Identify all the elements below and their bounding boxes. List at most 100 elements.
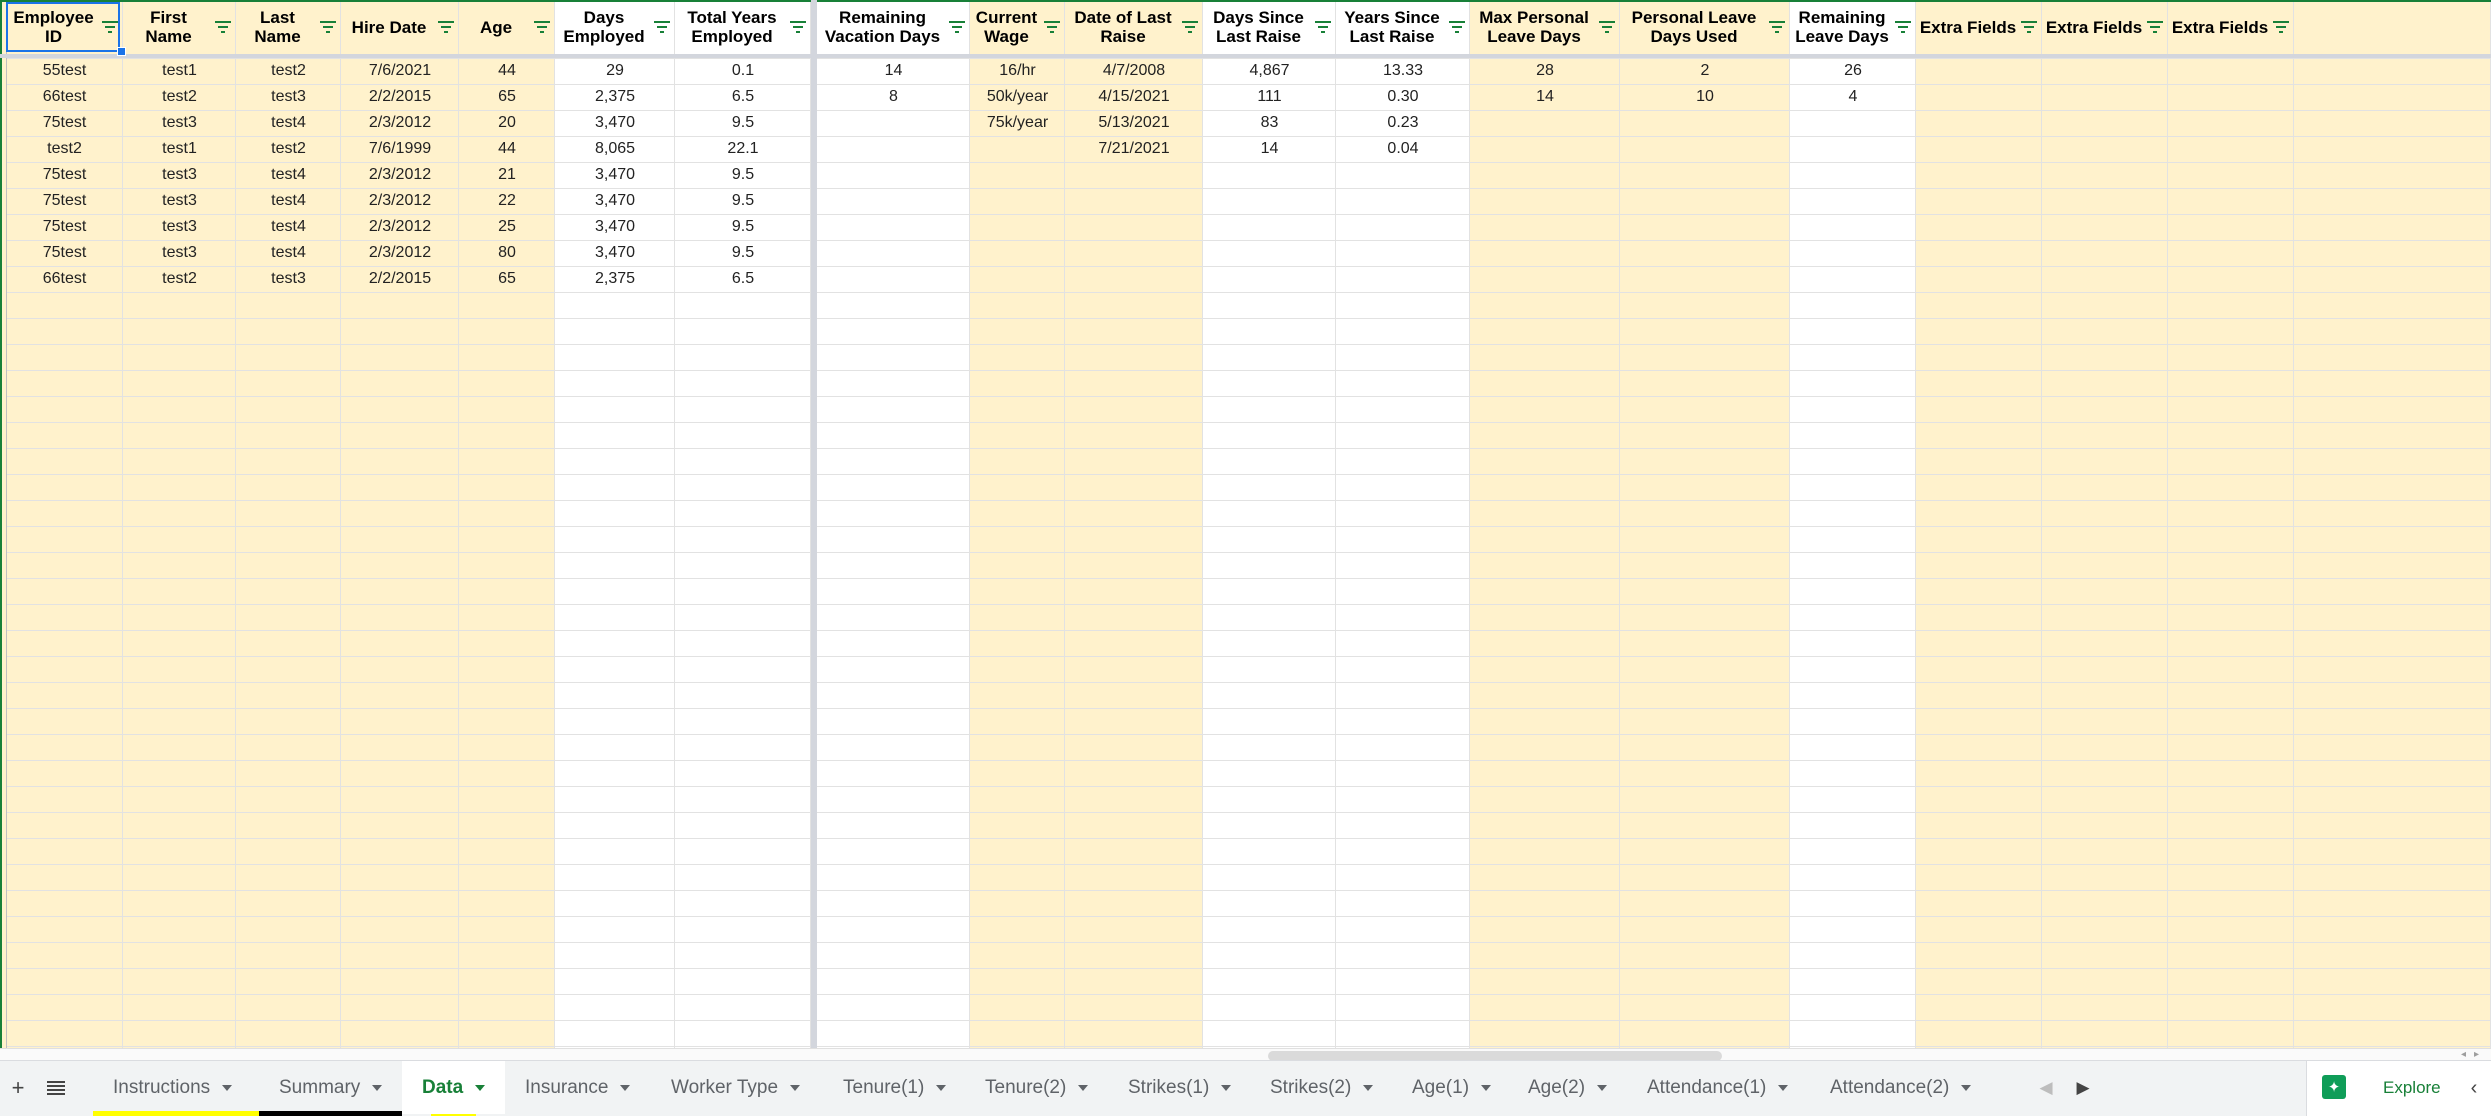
cell-remaining-leave-days[interactable]: 26: [1790, 58, 1916, 84]
caret-down-icon[interactable]: [372, 1084, 383, 1091]
tab-age-2[interactable]: Age(2): [1508, 1061, 1627, 1114]
cell-hire-date[interactable]: 2/2/2015: [341, 84, 459, 110]
cell-age[interactable]: 21: [459, 162, 555, 188]
tab-data[interactable]: Data: [402, 1061, 505, 1116]
cell-last-name[interactable]: test3: [236, 84, 341, 110]
tab-strikes-1[interactable]: Strikes(1): [1108, 1061, 1250, 1114]
cell-hire-date[interactable]: 2/3/2012: [341, 240, 459, 266]
cell-age[interactable]: 22: [459, 188, 555, 214]
chevron-right-icon[interactable]: ▶: [2070, 1074, 2096, 1102]
collapse-icon[interactable]: ‹: [2462, 1075, 2486, 1101]
filter-icon[interactable]: [1180, 17, 1200, 37]
header-extra-fields[interactable]: Extra Fields: [2042, 0, 2168, 54]
cell-age[interactable]: 44: [459, 136, 555, 162]
cell-last-name[interactable]: test4: [236, 214, 341, 240]
fill-handle[interactable]: [117, 47, 126, 56]
cell-days-employed[interactable]: 3,470: [555, 240, 675, 266]
filter-icon[interactable]: [213, 17, 233, 37]
cell-hire-date[interactable]: 2/3/2012: [341, 110, 459, 136]
caret-down-icon[interactable]: [620, 1084, 631, 1091]
header-hire-date[interactable]: Hire Date: [341, 0, 459, 54]
cell-years-since-last-raise[interactable]: 0.04: [1336, 136, 1470, 162]
cell-first-name[interactable]: test2: [123, 84, 236, 110]
cell-employee-id[interactable]: 66test: [6, 266, 123, 292]
header-last-name[interactable]: Last Name: [236, 0, 341, 54]
cell-days-since-last-raise[interactable]: 111: [1203, 84, 1336, 110]
cell-days-employed[interactable]: 3,470: [555, 188, 675, 214]
caret-down-icon[interactable]: [222, 1084, 233, 1091]
caret-down-icon[interactable]: [1078, 1084, 1089, 1091]
tab-instructions[interactable]: Instructions: [93, 1061, 259, 1116]
cell-current-wage[interactable]: 75k/year: [970, 110, 1065, 136]
cell-total-years-employed[interactable]: 9.5: [675, 188, 811, 214]
cell-first-name[interactable]: test3: [123, 240, 236, 266]
tab-summary[interactable]: Summary: [259, 1061, 402, 1116]
cell-employee-id[interactable]: 75test: [6, 188, 123, 214]
filter-icon[interactable]: [1597, 17, 1617, 37]
cell-max-personal-leave-days[interactable]: 28: [1470, 58, 1620, 84]
cell-age[interactable]: 25: [459, 214, 555, 240]
cell-hire-date[interactable]: 2/3/2012: [341, 188, 459, 214]
header-remaining-leave-days[interactable]: Remaining Leave Days: [1790, 0, 1916, 54]
cell-hire-date[interactable]: 2/3/2012: [341, 214, 459, 240]
filter-icon[interactable]: [788, 17, 808, 37]
cell-employee-id[interactable]: 55test: [6, 58, 123, 84]
cell-first-name[interactable]: test3: [123, 110, 236, 136]
cell-days-employed[interactable]: 2,375: [555, 84, 675, 110]
header-date-of-last-raise[interactable]: Date of Last Raise: [1065, 0, 1203, 54]
cell-employee-id[interactable]: 75test: [6, 214, 123, 240]
tab-worker-type[interactable]: Worker Type: [651, 1061, 823, 1114]
caret-down-icon[interactable]: [936, 1084, 947, 1091]
cell-total-years-employed[interactable]: 9.5: [675, 162, 811, 188]
horizontal-scrollbar[interactable]: [0, 1048, 2491, 1060]
header-personal-leave-days-used[interactable]: Personal Leave Days Used: [1620, 0, 1790, 54]
caret-down-icon[interactable]: [475, 1084, 486, 1091]
cell-age[interactable]: 20: [459, 110, 555, 136]
cell-days-since-last-raise[interactable]: 4,867: [1203, 58, 1336, 84]
cell-personal-leave-days-used[interactable]: 10: [1620, 84, 1790, 110]
header-years-since-last-raise[interactable]: Years Since Last Raise: [1336, 0, 1470, 54]
caret-down-icon[interactable]: [1363, 1084, 1374, 1091]
cell-days-employed[interactable]: 2,375: [555, 266, 675, 292]
caret-down-icon[interactable]: [1778, 1084, 1789, 1091]
scroll-arrows[interactable]: ◂▸: [2461, 1049, 2487, 1060]
caret-down-icon[interactable]: [790, 1084, 801, 1091]
cell-current-wage[interactable]: 50k/year: [970, 84, 1065, 110]
cell-hire-date[interactable]: 7/6/1999: [341, 136, 459, 162]
filter-icon[interactable]: [1042, 17, 1062, 37]
header-extra-fields[interactable]: Extra Fields: [1916, 0, 2042, 54]
cell-employee-id[interactable]: 75test: [6, 240, 123, 266]
cell-last-name[interactable]: test4: [236, 240, 341, 266]
cell-employee-id[interactable]: 75test: [6, 110, 123, 136]
cell-total-years-employed[interactable]: 22.1: [675, 136, 811, 162]
header-age[interactable]: Age: [459, 0, 555, 54]
caret-down-icon[interactable]: [1961, 1084, 1972, 1091]
cell-total-years-employed[interactable]: 6.5: [675, 84, 811, 110]
cell-first-name[interactable]: test2: [123, 266, 236, 292]
header-first-name[interactable]: First Name: [123, 0, 236, 54]
filter-icon[interactable]: [652, 17, 672, 37]
cell-date-of-last-raise[interactable]: 7/21/2021: [1065, 136, 1203, 162]
cell-total-years-employed[interactable]: 9.5: [675, 214, 811, 240]
cell-date-of-last-raise[interactable]: 4/15/2021: [1065, 84, 1203, 110]
filter-icon[interactable]: [1767, 17, 1787, 37]
cell-employee-id[interactable]: 75test: [6, 162, 123, 188]
cell-remaining-vacation-days[interactable]: 14: [817, 58, 970, 84]
caret-down-icon[interactable]: [1481, 1084, 1492, 1091]
cell-last-name[interactable]: test2: [236, 136, 341, 162]
header-total-years-employed[interactable]: Total Years Employed: [675, 0, 811, 54]
cell-hire-date[interactable]: 7/6/2021: [341, 58, 459, 84]
cell-first-name[interactable]: test1: [123, 58, 236, 84]
cell-remaining-vacation-days[interactable]: 8: [817, 84, 970, 110]
tab-attendance-2[interactable]: Attendance(2): [1810, 1061, 1993, 1114]
list-icon[interactable]: [43, 1075, 69, 1101]
cell-hire-date[interactable]: 2/2/2015: [341, 266, 459, 292]
header-days-since-last-raise[interactable]: Days Since Last Raise: [1203, 0, 1336, 54]
cell-days-employed[interactable]: 29: [555, 58, 675, 84]
filter-icon[interactable]: [1447, 17, 1467, 37]
filter-icon[interactable]: [2271, 17, 2291, 37]
cell-current-wage[interactable]: 16/hr: [970, 58, 1065, 84]
tab-strikes-2[interactable]: Strikes(2): [1250, 1061, 1392, 1114]
filter-icon[interactable]: [1893, 17, 1913, 37]
cell-last-name[interactable]: test4: [236, 110, 341, 136]
